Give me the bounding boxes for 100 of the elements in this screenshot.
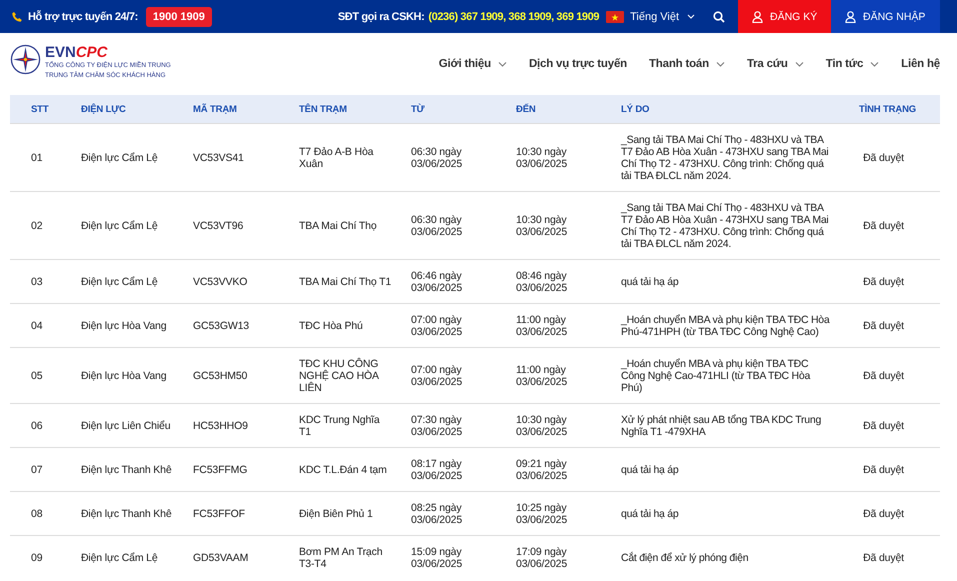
column-header: LÝ DO <box>621 104 650 114</box>
end-time: 17:09 ngày 03/06/2025 <box>516 546 568 570</box>
reason-text: Cắt điện để xử lý phóng điện <box>621 552 748 564</box>
reason-text: Xử lý phát nhiệt sau AB tổng TBA KDC Trung Nghĩa T1 -479XHA <box>621 414 822 438</box>
status-text: Đã duyệt <box>863 320 904 332</box>
user-icon <box>752 10 763 22</box>
row-number: 08 <box>31 508 42 520</box>
row-number: 07 <box>31 464 42 476</box>
district-cell: Điện lực Cẩm Lệ <box>81 152 158 164</box>
district-cell: Điện lực Cẩm Lệ <box>81 220 158 232</box>
station-name: Bơm PM An Trạch T3-T4 <box>299 546 382 570</box>
flag-icon <box>606 10 624 22</box>
start-time: 07:30 ngày 03/06/2025 <box>411 414 462 438</box>
nav-item[interactable]: Thanh toán <box>648 58 725 70</box>
reason-text: quá tải hạ áp <box>621 508 678 520</box>
district-cell: Điện lực Liên Chiểu <box>81 420 170 432</box>
status-text: Đã duyệt <box>863 420 904 432</box>
hotline-label: Hỗ trợ trực tuyến 24/7: <box>28 10 138 22</box>
start-time: 07:00 ngày 03/06/2025 <box>411 314 462 338</box>
search-icon[interactable] <box>713 10 725 22</box>
reason-text: _Hoán chuyển MBA và phụ kiện TBA TĐC Hòa Phú-471HPH (từ TBA TĐC Công Nghệ Cao) <box>621 314 830 338</box>
nav-item[interactable]: Giới thiệu <box>438 58 507 70</box>
status-text: Đã duyệt <box>863 276 904 288</box>
column-header: MÃ TRẠM <box>193 104 237 114</box>
nav-item[interactable]: Tin tức <box>826 58 880 70</box>
nav-item[interactable]: Tra cứu <box>746 58 804 70</box>
login-button[interactable]: ĐĂNG NHẬP <box>831 0 940 33</box>
status-text: Đã duyệt <box>863 552 904 564</box>
brand-name: EVNCPC <box>45 44 109 60</box>
end-time: 10:25 ngày 03/06/2025 <box>516 502 568 526</box>
phone-icon <box>11 10 23 22</box>
column-header: ĐIỆN LỰC <box>81 104 126 114</box>
station-code: FC53FFOF <box>193 508 245 520</box>
station-code: VC53VVKO <box>193 276 248 288</box>
start-time: 15:09 ngày 03/06/2025 <box>411 546 462 570</box>
status-text: Đã duyệt <box>863 508 904 520</box>
reason-text: quá tải hạ áp <box>621 464 678 476</box>
end-time: 11:00 ngày 03/06/2025 <box>516 364 568 388</box>
column-header: TỪ <box>411 104 424 114</box>
district-cell: Điện lực Thanh Khê <box>81 508 172 520</box>
column-header: TÌNH TRẠNG <box>858 104 916 114</box>
station-name: TĐC KHU CÔNG NGHỆ CAO HÒA LIÊN <box>299 358 378 394</box>
start-time: 08:17 ngày 03/06/2025 <box>411 458 462 482</box>
station-code: FC53FFMG <box>193 464 248 476</box>
language-selector[interactable]: Tiếng Việt <box>630 10 679 22</box>
district-cell: Điện lực Thanh Khê <box>81 464 172 476</box>
status-text: Đã duyệt <box>863 220 904 232</box>
reason-text: _Sang tải TBA Mai Chí Thọ - 483HXU và TBA T7 Đảo AB Hòa Xuân - 473HXU sang TBA Mai Chí Thọ T2 - 473HXU. Công trình: Chống quá tải TBA ĐLCL năm 2024. <box>621 202 829 250</box>
start-time: 06:30 ngày 03/06/2025 <box>411 214 462 238</box>
district-cell: Điện lực Cẩm Lệ <box>81 276 158 288</box>
row-number: 03 <box>31 276 42 288</box>
end-time: 10:30 ngày 03/06/2025 <box>516 146 568 170</box>
row-number: 06 <box>31 420 42 432</box>
station-code: VC53VT96 <box>193 220 244 232</box>
chevron-icon <box>687 14 695 19</box>
reason-text: _Sang tải TBA Mai Chí Thọ - 483HXU và TBA T7 Đảo AB Hòa Xuân - 473HXU sang TBA Mai Chí Thọ T2 - 473HXU. Công trình: Chống quá tải TBA ĐLCL năm 2024. <box>621 134 829 182</box>
nav-item[interactable]: Liên hệ <box>901 58 940 70</box>
hotline-number[interactable]: 1900 1909 <box>146 6 212 26</box>
row-number: 01 <box>31 152 42 164</box>
end-time: 10:30 ngày 03/06/2025 <box>516 414 568 438</box>
station-name: TBA Mai Chí Thọ <box>299 220 377 232</box>
reason-text: quá tải hạ áp <box>621 276 678 288</box>
end-time: 08:46 ngày 03/06/2025 <box>516 270 568 294</box>
cskh-label: SĐT gọi ra CSKH: <box>338 10 424 22</box>
nav-item[interactable]: Dịch vụ trực tuyến <box>528 58 627 70</box>
start-time: 08:25 ngày 03/06/2025 <box>411 502 462 526</box>
end-time: 10:30 ngày 03/06/2025 <box>516 214 568 238</box>
station-name: T7 Đảo A-B Hòa Xuân <box>299 146 374 170</box>
station-code: GD53VAAM <box>193 552 248 564</box>
district-cell: Điện lực Hòa Vang <box>81 320 166 332</box>
station-code: VC53VS41 <box>193 152 244 164</box>
status-text: Đã duyệt <box>863 370 904 382</box>
column-header: STT <box>31 104 48 114</box>
station-name: TĐC Hòa Phú <box>299 320 363 332</box>
register-button[interactable]: ĐĂNG KÝ <box>738 0 831 33</box>
column-header: TÊN TRẠM <box>299 104 347 114</box>
start-time: 07:00 ngày 03/06/2025 <box>411 364 462 388</box>
district-cell: Điện lực Hòa Vang <box>81 370 166 382</box>
row-number: 04 <box>31 320 42 332</box>
end-time: 09:21 ngày 03/06/2025 <box>516 458 568 482</box>
row-number: 02 <box>31 220 42 232</box>
station-name: Điện Biên Phủ 1 <box>299 508 373 520</box>
end-time: 11:00 ngày 03/06/2025 <box>516 314 568 338</box>
start-time: 06:30 ngày 03/06/2025 <box>411 146 462 170</box>
user-icon <box>845 10 856 22</box>
cskh-numbers: (0236) 367 1909, 368 1909, 369 1909 <box>428 10 600 22</box>
start-time: 06:46 ngày 03/06/2025 <box>411 270 462 294</box>
row-number: 09 <box>31 552 42 564</box>
station-code: GC53GW13 <box>193 320 249 332</box>
station-name: TBA Mai Chí Thọ T1 <box>299 276 392 288</box>
station-name: KDC Trung Nghĩa T1 <box>299 414 380 438</box>
column-header: ĐẾN <box>516 104 536 114</box>
station-code: GC53HM50 <box>193 370 248 382</box>
row-number: 05 <box>31 370 42 382</box>
station-name: KDC T.L.Đán 4 tạm <box>299 464 387 476</box>
reason-text: _Hoán chuyển MBA và phụ kiện TBA TĐC Công Nghệ Cao-471HLI (từ TBA TĐC Hòa Phú) <box>621 358 810 394</box>
district-cell: Điện lực Cẩm Lệ <box>81 552 158 564</box>
status-text: Đã duyệt <box>863 152 904 164</box>
status-text: Đã duyệt <box>863 464 904 476</box>
station-code: HC53HHO9 <box>193 420 248 432</box>
